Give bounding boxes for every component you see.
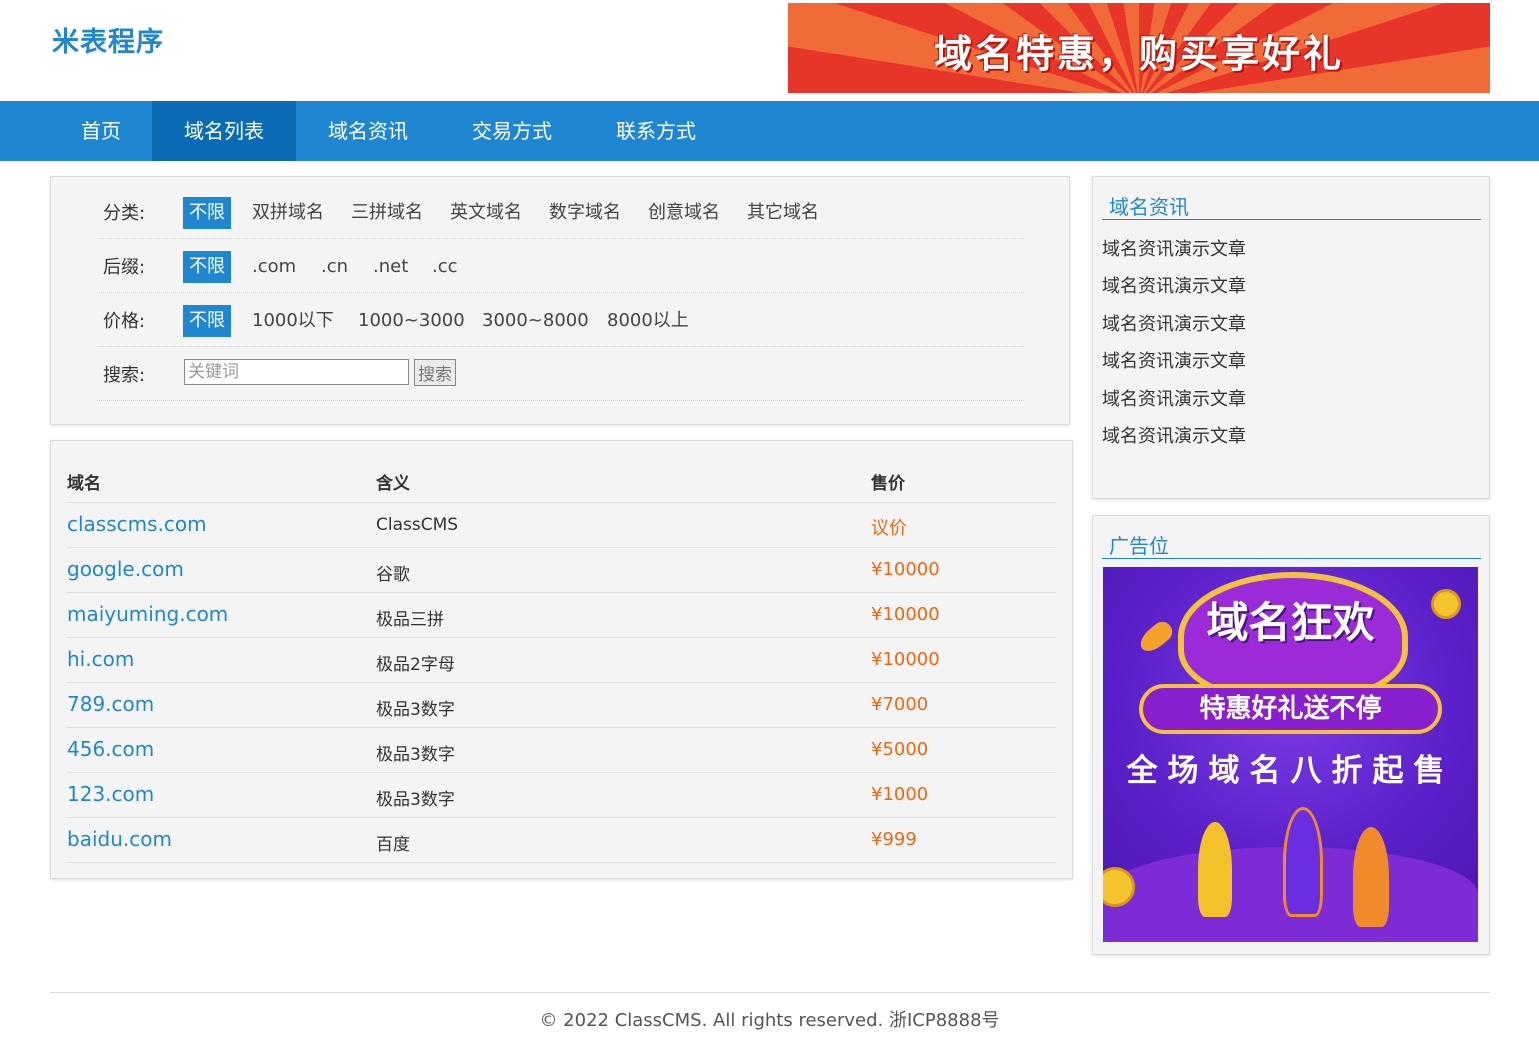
column-header-domain: 域名 [67, 474, 101, 494]
site-logo[interactable]: 米表程序 [52, 20, 164, 59]
filter-price-1000-3000[interactable]: 1000~3000 [358, 305, 465, 337]
sidebar-ad-title: 广告位 [1102, 530, 1481, 559]
table-row: google.com 谷歌 ¥10000 [66, 548, 1056, 593]
filter-price-over-8000[interactable]: 8000以上 [607, 305, 689, 337]
nav-item-trade-methods[interactable]: 交易方式 [440, 101, 584, 161]
filter-suffix-any[interactable]: 不限 [183, 251, 231, 283]
domain-link[interactable]: google.com [67, 557, 184, 581]
nav-item-contact[interactable]: 联系方式 [584, 101, 728, 161]
news-item[interactable]: 域名资讯演示文章 [1102, 235, 1246, 261]
sidebar-ad-panel: 广告位 域名狂欢 特惠好礼送不停 全场域名八折起售 [1092, 515, 1490, 955]
table-header: 域名 含义 售价 [66, 459, 1056, 503]
site-header: 米表程序 域名特惠，购买享好礼 [0, 0, 1539, 101]
domain-price: ¥1000 [871, 784, 929, 805]
filter-row-category: 分类: 不限 双拼域名 三拼域名 英文域名 数字域名 创意域名 其它域名 [97, 185, 1024, 239]
domain-price: 议价 [871, 518, 907, 539]
filter-label-search: 搜索: [103, 365, 146, 386]
filter-suffix-cc[interactable]: .cc [432, 251, 458, 283]
domain-link[interactable]: 123.com [67, 782, 154, 806]
domain-link[interactable]: 456.com [67, 737, 154, 761]
domain-meaning: 极品3数字 [376, 790, 455, 810]
table-row: hi.com 极品2字母 ¥10000 [66, 638, 1056, 683]
filter-category-creative[interactable]: 创意域名 [648, 197, 720, 229]
filter-suffix-cn[interactable]: .cn [321, 251, 348, 283]
filter-price-under-1000[interactable]: 1000以下 [252, 305, 334, 337]
table-row: 123.com 极品3数字 ¥1000 [66, 773, 1056, 818]
filter-label-suffix: 后缀: [103, 257, 146, 278]
domain-link[interactable]: baidu.com [67, 827, 172, 851]
filter-label-price: 价格: [103, 311, 146, 332]
table-row: classcms.com ClassCMS 议价 [66, 503, 1056, 548]
filter-category-other[interactable]: 其它域名 [747, 197, 819, 229]
domain-price: ¥999 [871, 829, 917, 850]
domain-price: ¥10000 [871, 604, 940, 625]
domain-link[interactable]: maiyuming.com [67, 602, 228, 626]
news-item[interactable]: 域名资讯演示文章 [1102, 422, 1246, 448]
filter-price-3000-8000[interactable]: 3000~8000 [482, 305, 589, 337]
footer-copyright: © 2022 ClassCMS. All rights reserved. 浙I… [539, 1010, 1000, 1031]
table-row: maiyuming.com 极品三拼 ¥10000 [66, 593, 1056, 638]
filter-suffix-net[interactable]: .net [373, 251, 408, 283]
news-item[interactable]: 域名资讯演示文章 [1102, 272, 1246, 298]
column-header-meaning: 含义 [376, 474, 410, 494]
search-button[interactable]: 搜索 [414, 359, 456, 386]
domain-meaning: 极品3数字 [376, 745, 455, 765]
sidebar-news-title[interactable]: 域名资讯 [1102, 191, 1481, 220]
domain-price: ¥10000 [871, 649, 940, 670]
ad-image-pill: 特惠好礼送不停 [1139, 684, 1442, 734]
table-row: 789.com 极品3数字 ¥7000 [66, 683, 1056, 728]
news-item[interactable]: 域名资讯演示文章 [1102, 310, 1246, 336]
domain-meaning: 谷歌 [376, 565, 410, 585]
domain-meaning: 极品三拼 [376, 610, 444, 630]
domain-meaning: 百度 [376, 835, 410, 855]
table-row: 456.com 极品3数字 ¥5000 [66, 728, 1056, 773]
domain-meaning: ClassCMS [376, 515, 459, 535]
filter-label-category: 分类: [103, 203, 146, 224]
dancer-figure [1283, 807, 1323, 917]
news-item[interactable]: 域名资讯演示文章 [1102, 385, 1246, 411]
filter-row-price: 价格: 不限 1000以下 1000~3000 3000~8000 8000以上 [97, 293, 1024, 347]
filter-category-triple-pinyin[interactable]: 三拼域名 [351, 197, 423, 229]
ad-image[interactable]: 域名狂欢 特惠好礼送不停 全场域名八折起售 [1103, 567, 1478, 942]
column-header-price: 售价 [871, 474, 905, 494]
main-nav: 首页 域名列表 域名资讯 交易方式 联系方式 [0, 101, 1539, 161]
table-row: baidu.com 百度 ¥999 [66, 818, 1056, 863]
filter-suffix-com[interactable]: .com [252, 251, 296, 283]
nav-item-home[interactable]: 首页 [52, 101, 150, 161]
filter-price-any[interactable]: 不限 [183, 305, 231, 337]
domain-price: ¥7000 [871, 694, 929, 715]
news-item[interactable]: 域名资讯演示文章 [1102, 347, 1246, 373]
domain-table: 域名 含义 售价 classcms.com ClassCMS 议价 google… [50, 440, 1073, 879]
filter-category-english[interactable]: 英文域名 [450, 197, 522, 229]
domain-price: ¥10000 [871, 559, 940, 580]
filter-category-any[interactable]: 不限 [183, 197, 231, 229]
filter-row-suffix: 后缀: 不限 .com .cn .net .cc [97, 239, 1024, 293]
domain-meaning: 极品3数字 [376, 700, 455, 720]
domain-link[interactable]: classcms.com [67, 512, 207, 536]
domain-link[interactable]: 789.com [67, 692, 154, 716]
top-banner-ad[interactable]: 域名特惠，购买享好礼 [788, 3, 1490, 93]
filter-category-numeric[interactable]: 数字域名 [549, 197, 621, 229]
top-banner-text: 域名特惠，购买享好礼 [933, 32, 1344, 76]
filter-panel: 分类: 不限 双拼域名 三拼域名 英文域名 数字域名 创意域名 其它域名 后缀:… [50, 176, 1070, 425]
ad-image-subtitle: 全场域名八折起售 [1126, 753, 1455, 789]
nav-item-domain-list[interactable]: 域名列表 [152, 101, 296, 161]
filter-category-double-pinyin[interactable]: 双拼域名 [252, 197, 324, 229]
domain-price: ¥5000 [871, 739, 929, 760]
ad-image-title: 域名狂欢 [1206, 598, 1375, 647]
search-input[interactable] [184, 359, 409, 385]
dancer-figure [1198, 822, 1232, 917]
sidebar-news-panel: 域名资讯 域名资讯演示文章 域名资讯演示文章 域名资讯演示文章 域名资讯演示文章… [1092, 176, 1490, 499]
filter-row-search: 搜索: 搜索 [97, 347, 1024, 401]
domain-meaning: 极品2字母 [376, 655, 455, 675]
dancer-figure [1353, 827, 1389, 927]
footer-divider [50, 992, 1490, 993]
domain-link[interactable]: hi.com [67, 647, 134, 671]
nav-item-domain-news[interactable]: 域名资讯 [296, 101, 440, 161]
